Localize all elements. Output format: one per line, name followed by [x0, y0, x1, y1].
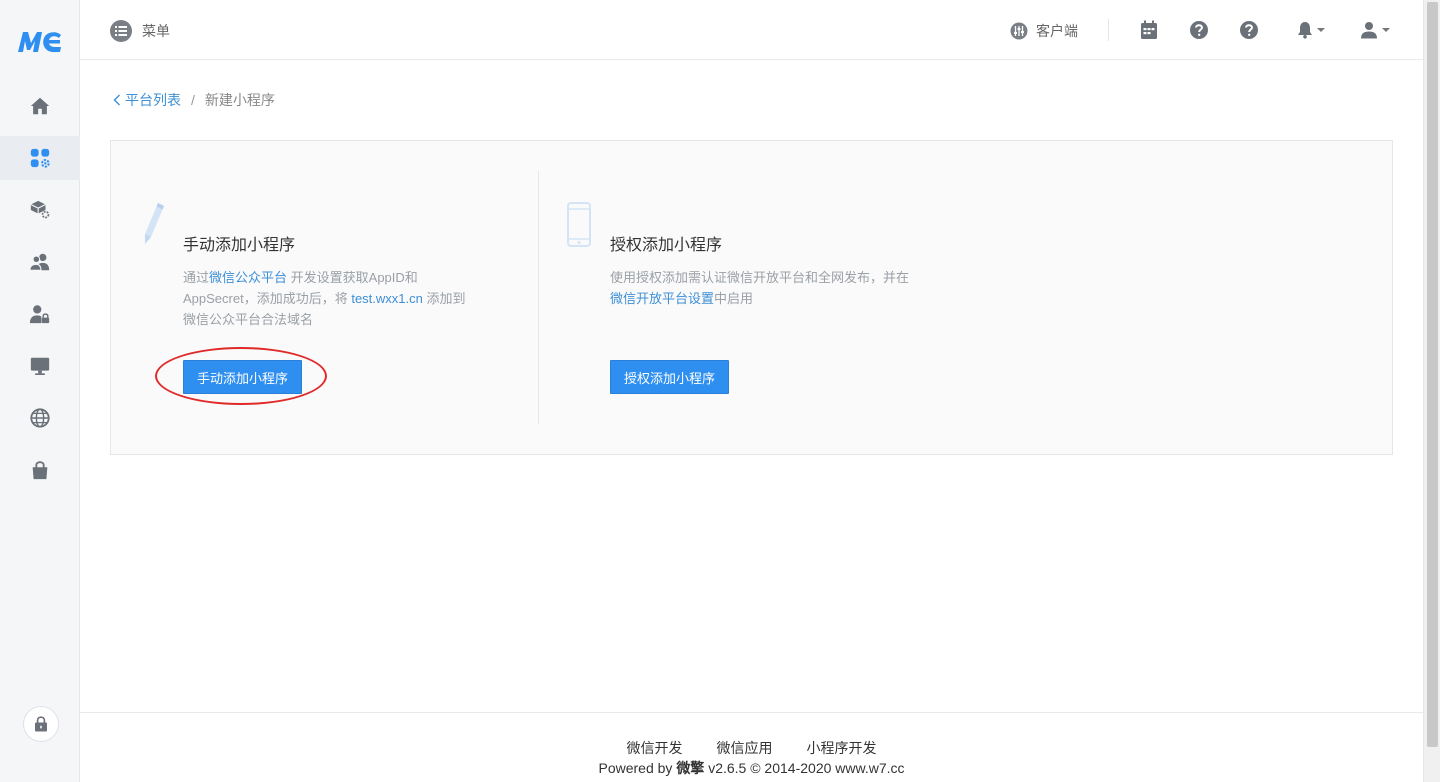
user-lock-icon — [29, 305, 50, 324]
user-icon — [1361, 22, 1377, 39]
calendar-icon — [1141, 20, 1157, 39]
menu-list-icon — [110, 20, 132, 42]
calendar-button[interactable] — [1140, 19, 1158, 41]
help-button-2[interactable] — [1239, 19, 1259, 41]
auth-add-description: 使用授权添加需认证微信开放平台和全网发布，并在 微信开放平台设置中启用 — [610, 270, 910, 306]
mobile-phone-icon — [567, 202, 591, 247]
chevron-left-icon — [113, 94, 120, 106]
package-settings-icon — [30, 200, 50, 219]
apps-settings-icon — [30, 148, 50, 168]
sidebar-item-users[interactable] — [0, 240, 80, 284]
users-icon — [29, 253, 50, 271]
footer-links: 微信开发 微信应用 小程序开发 — [80, 738, 1423, 758]
manual-add-button[interactable]: 手动添加小程序 — [183, 360, 303, 394]
manual-add-title: 手动添加小程序 — [183, 237, 296, 254]
sidebar-item-home[interactable] — [0, 84, 80, 128]
user-dropdown[interactable] — [1360, 19, 1390, 41]
client-sliders-icon — [1010, 22, 1028, 40]
home-icon — [30, 97, 50, 115]
footer-link-wechat-dev[interactable]: 微信开发 — [627, 738, 683, 758]
breadcrumb-back-link[interactable]: 平台列表 — [113, 90, 181, 110]
shopping-bag-icon — [32, 461, 48, 480]
sidebar-item-apps[interactable] — [0, 136, 80, 180]
monitor-icon — [30, 357, 50, 375]
brand-name: 微擎 — [676, 760, 705, 776]
sidebar-item-globe[interactable] — [0, 396, 80, 440]
bell-icon — [1298, 22, 1312, 39]
lock-icon — [35, 716, 47, 732]
breadcrumb: 平台列表 / 新建小程序 — [113, 90, 275, 110]
sidebar-item-packages[interactable] — [0, 188, 80, 232]
scrollbar-thumb[interactable] — [1427, 2, 1438, 747]
menu-toggle[interactable]: 菜单 — [110, 19, 170, 43]
domain-link[interactable]: test.wxx1.cn — [351, 291, 423, 306]
breadcrumb-separator: / — [191, 92, 195, 108]
question-circle-icon — [1190, 21, 1208, 39]
globe-icon — [30, 408, 50, 428]
chevron-down-icon — [1317, 28, 1325, 32]
powered-by: Powered by 微擎 v2.6.5 © 2014-2020 www.w7.… — [598, 760, 905, 776]
auth-add-title: 授权添加小程序 — [610, 237, 723, 254]
wechat-mp-link[interactable]: 微信公众平台 — [209, 270, 287, 285]
logo-icon — [18, 32, 61, 53]
footer-link-wechat-apps[interactable]: 微信应用 — [717, 738, 773, 758]
add-mini-program-panel: 手动添加小程序 通过微信公众平台 开发设置获取AppID和 AppSecret，… — [110, 140, 1393, 455]
breadcrumb-current: 新建小程序 — [204, 92, 275, 108]
panel-divider — [538, 171, 539, 424]
manual-add-description: 通过微信公众平台 开发设置获取AppID和 AppSecret，添加成功后，将 … — [183, 270, 466, 327]
open-platform-settings-link[interactable]: 微信开放平台设置 — [610, 291, 714, 306]
notifications-dropdown[interactable] — [1297, 19, 1325, 41]
sidebar-item-user-permissions[interactable] — [0, 292, 80, 336]
vertical-scrollbar[interactable] — [1423, 0, 1440, 782]
sidebar-item-store[interactable] — [0, 448, 80, 492]
client-link[interactable]: 客户端 — [1010, 20, 1078, 42]
menu-label: 菜单 — [142, 23, 170, 39]
sidebar-item-monitor[interactable] — [0, 344, 80, 388]
question-circle-icon — [1240, 21, 1258, 39]
footer-link-mini-program-dev[interactable]: 小程序开发 — [807, 738, 877, 758]
header-divider — [1108, 19, 1109, 41]
pencil-icon — [145, 203, 164, 244]
lock-screen-button[interactable] — [23, 706, 59, 742]
logo[interactable] — [0, 24, 80, 60]
sidebar — [0, 0, 80, 782]
top-header: 菜单 客户端 — [80, 0, 1423, 60]
chevron-down-icon — [1382, 28, 1390, 32]
auth-add-button[interactable]: 授权添加小程序 — [610, 360, 730, 394]
breadcrumb-back-label: 平台列表 — [125, 92, 181, 108]
help-button[interactable] — [1189, 19, 1209, 41]
client-label: 客户端 — [1036, 23, 1078, 39]
footer-divider — [80, 712, 1423, 713]
